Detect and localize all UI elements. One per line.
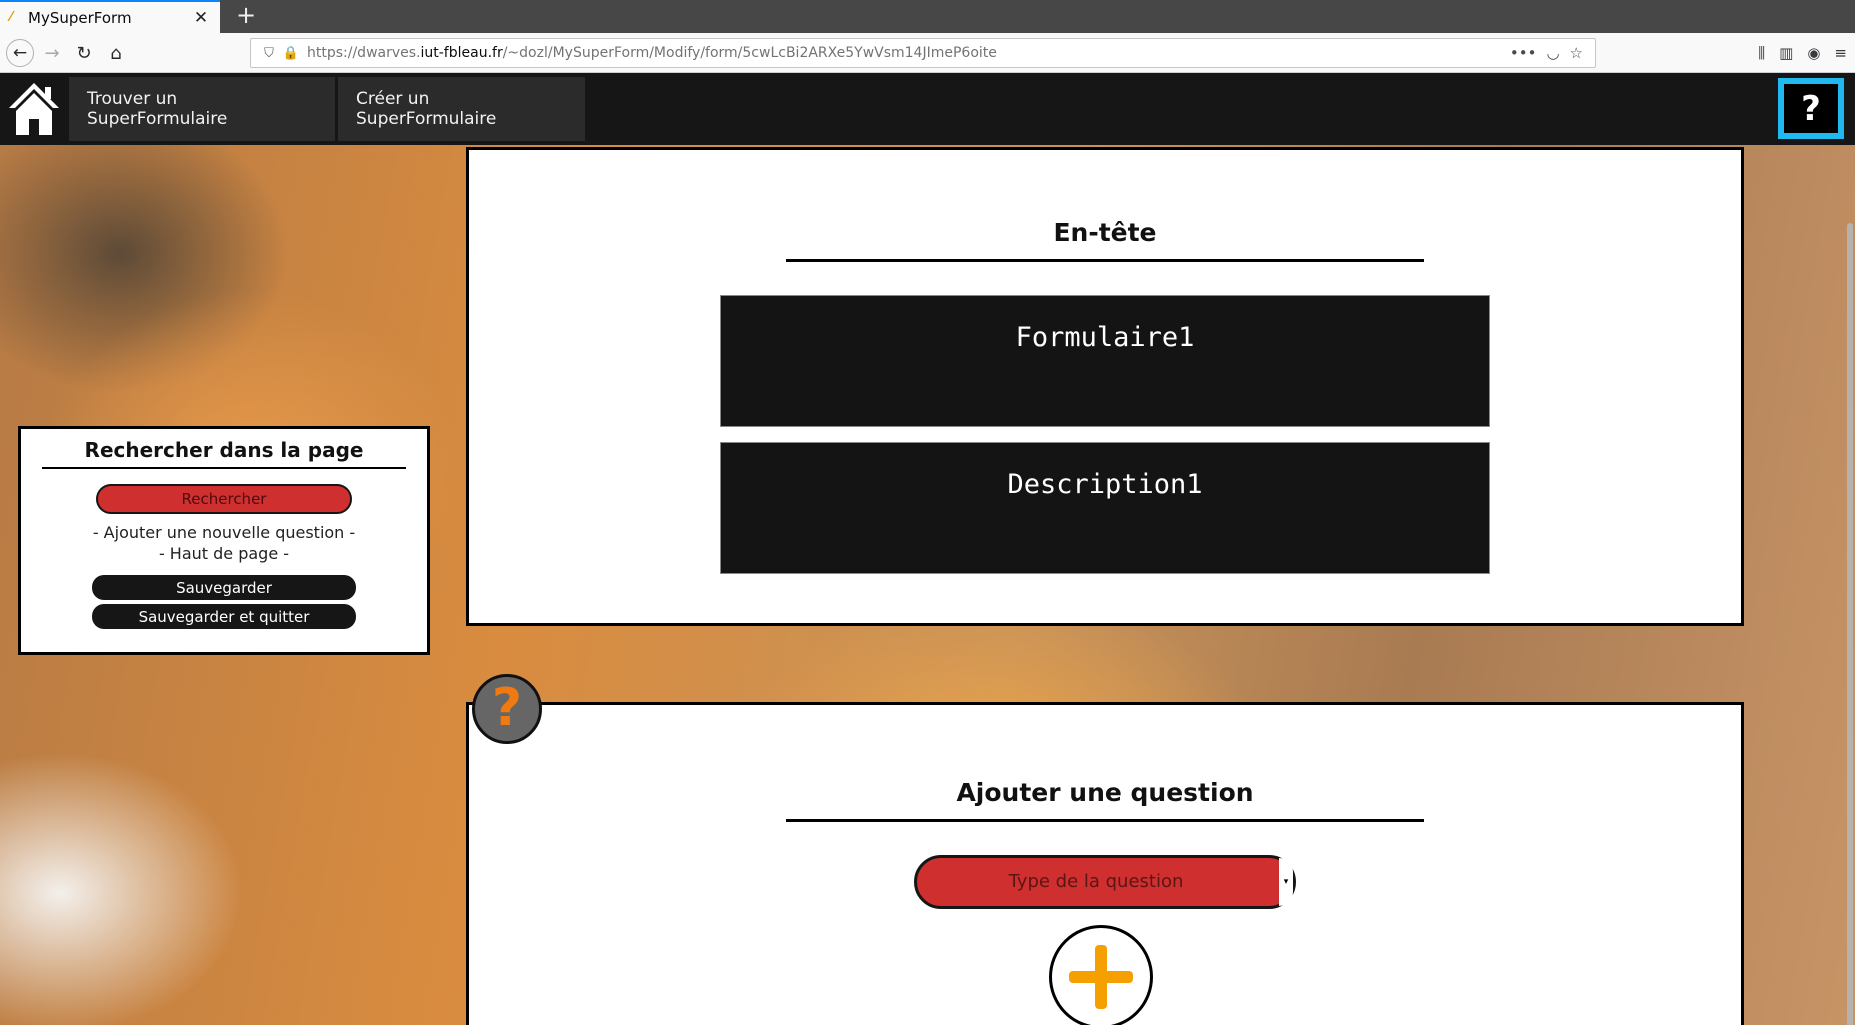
search-panel-title: Rechercher dans la page [84,438,364,462]
add-question-title: Ajouter une question [956,778,1254,807]
hamburger-menu-icon[interactable]: ≡ [1834,44,1847,62]
browser-toolbar-right: ⫼ ▥ ◉ ≡ [1758,39,1847,67]
site-header: Trouver un SuperFormulaire Créer un Supe… [0,73,1855,145]
form-header-title: En-tête [1053,218,1157,247]
new-tab-button[interactable]: + [230,0,262,33]
browser-tab[interactable]: ⁄ MySuperForm ✕ [0,0,220,33]
home-icon [9,83,59,135]
url-path: /~dozl/MySuperForm/Modify/form/5cwLcBi2A… [502,45,997,61]
tab-title: MySuperForm [28,8,132,27]
browser-navbar: ← → ↻ ⌂ ⛉ 🔒 https://dwarves.iut-fbleau.f… [0,33,1855,73]
divider [786,819,1424,822]
search-button[interactable]: Rechercher [96,484,352,514]
bookmark-star-icon[interactable]: ☆ [1570,44,1583,62]
add-question-card: Ajouter une question Type de la question… [466,702,1744,1025]
add-question-link[interactable]: - Ajouter une nouvelle question - [21,522,427,543]
divider [42,467,406,469]
divider [786,259,1424,262]
top-of-page-link[interactable]: - Haut de page - [21,543,427,564]
shield-icon[interactable]: ⛉ [257,46,281,61]
sidebar-icon[interactable]: ▥ [1779,44,1793,62]
page-actions-icon[interactable]: ••• [1510,44,1537,62]
url-prefix: https://dwarves. [307,45,421,61]
chevron-down-icon: ▾ [1279,858,1293,906]
question-type-label: Type de la question [1008,871,1184,892]
home-link[interactable] [8,81,60,137]
help-button[interactable]: ? [1778,78,1844,139]
page-scrollbar[interactable] [1847,223,1853,1025]
search-panel: Rechercher dans la page Rechercher - Ajo… [18,426,430,655]
form-title-field[interactable]: Formulaire1 [720,295,1490,427]
account-icon[interactable]: ◉ [1807,44,1820,62]
save-button[interactable]: Sauvegarder [92,575,356,600]
url-text[interactable]: https://dwarves.iut-fbleau.fr/~dozl/MySu… [307,45,1510,61]
lock-icon[interactable]: 🔒 [281,46,301,61]
pocket-icon[interactable]: ◡ [1546,44,1559,62]
form-description-field[interactable]: Description1 [720,442,1490,574]
close-tab-icon[interactable]: ✕ [192,8,210,28]
add-question-button[interactable] [1049,925,1153,1025]
reload-icon[interactable]: ↻ [70,39,98,67]
library-icon[interactable]: ⫼ [1758,44,1765,62]
favicon-icon: ⁄ [10,9,13,25]
nav-create-form[interactable]: Créer un SuperFormulaire [338,77,585,141]
form-header-card: En-tête Formulaire1 Description1 [466,147,1744,626]
forward-icon[interactable]: → [38,39,66,67]
back-icon[interactable]: ← [6,39,34,67]
url-host: iut-fbleau.fr [420,45,503,61]
url-bar[interactable]: ⛉ 🔒 https://dwarves.iut-fbleau.fr/~dozl/… [250,38,1596,68]
browser-tabbar: ⁄ MySuperForm ✕ + [0,0,1855,33]
page-content: Trouver un SuperFormulaire Créer un Supe… [0,73,1855,1025]
browser-home-icon[interactable]: ⌂ [102,39,130,67]
question-type-select[interactable]: Type de la question ▾ [914,855,1296,909]
url-actions: ••• ◡ ☆ [1510,44,1583,62]
nav-find-form[interactable]: Trouver un SuperFormulaire [69,77,335,141]
save-and-quit-button[interactable]: Sauvegarder et quitter [92,604,356,629]
plus-icon-vertical [1095,945,1107,1009]
question-help-icon[interactable]: ? [472,674,542,744]
